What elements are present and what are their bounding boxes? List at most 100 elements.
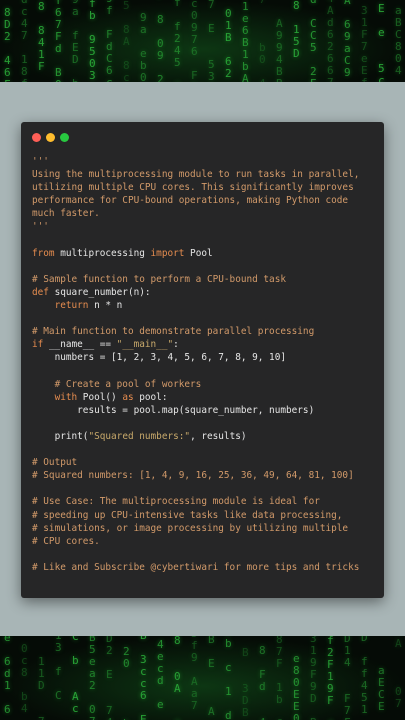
matrix-glyph-column: E e 5 c b <box>378 2 385 83</box>
code-line: ''' <box>32 220 380 233</box>
matrix-glyph-column: 4 e c d e f <box>157 638 164 711</box>
code-token: __name__ == <box>43 339 117 351</box>
code-token: # Output <box>32 457 78 469</box>
code-block: ''' Using the multiprocessing module to r… <box>32 155 380 574</box>
code-token: # Use Case: The multiprocessing module i… <box>32 496 320 508</box>
code-line: ''' <box>32 155 380 168</box>
code-token: Pool() <box>77 391 123 403</box>
code-token: pool: <box>133 391 168 403</box>
code-token: import <box>150 247 185 259</box>
code-token: # simulations, or image processing by ut… <box>32 522 349 534</box>
matrix-glyph-column: f f 2 4 5 7 <box>174 0 181 82</box>
code-line: # Create a pool of workers <box>32 378 380 391</box>
matrix-glyph-column: A A 0 7 <box>395 636 402 710</box>
matrix-glyph-column: B 3 1 9 F 9 D B <box>310 636 317 720</box>
matrix-glyph-column: 7 b 0 4 0 <box>259 0 266 82</box>
matrix-glyph-column: A e 8 0 E E 0 <box>293 652 300 720</box>
matrix-glyph-column: b B 3 c c 6 E <box>140 636 147 720</box>
code-line: numbers = [1, 2, 3, 4, 5, 6, 7, 8, 9, 10… <box>32 351 380 364</box>
matrix-glyph-column: F 8 0 9 2 2 <box>157 0 164 82</box>
code-token: ''' <box>32 221 49 233</box>
matrix-glyph-column: 9 1 1 D 7 <box>38 655 45 720</box>
code-token: return <box>54 300 89 312</box>
matrix-glyph-column: 1 3 f C <box>55 636 62 702</box>
matrix-glyph-column: B E A B <box>208 636 215 718</box>
code-token: results = pool.map(square_number, number… <box>32 404 315 416</box>
close-dot-icon[interactable] <box>32 133 41 142</box>
code-line: # simulations, or image processing by ut… <box>32 522 380 535</box>
code-token: performance for CPU-bound operations, ma… <box>32 195 349 207</box>
matrix-glyph-column: 3 1 F 7 e E f 8 <box>361 4 368 83</box>
matrix-glyph-column: d C C 5 2 E <box>310 0 317 82</box>
matrix-glyph-column: C b A c B <box>72 636 79 715</box>
code-token: # Main function to demonstrate parallel … <box>32 326 315 338</box>
code-token: : <box>173 339 179 351</box>
code-window: ''' Using the multiprocessing module to r… <box>21 122 384 598</box>
code-token: numbers = [1, 2, 3, 4, 5, 6, 7, 8, 9, 10… <box>32 352 286 364</box>
code-token: square_number(n): <box>48 286 151 298</box>
code-line: # Squared numbers: [1, 4, 9, 16, 25, 36,… <box>32 469 380 482</box>
code-token: # Sample function to perform a CPU-bound… <box>32 273 286 285</box>
code-token: , results) <box>190 430 247 442</box>
matrix-background-bottom: e 6 d 1 6 6 0 c 8 b 4 9 1 1 D 7 1 3 f C … <box>0 636 405 720</box>
code-line: # speeding up CPU-intensive tasks like d… <box>32 509 380 522</box>
code-token: # Create a pool of workers <box>32 378 202 390</box>
matrix-glyph-column: 5 f 9 A a 7 1 <box>191 636 198 712</box>
matrix-glyph-column: 9 a e b 0 <box>140 11 147 83</box>
code-token: with <box>54 391 78 403</box>
code-token: Using the multiprocessing module to run … <box>32 169 360 181</box>
maximize-dot-icon[interactable] <box>60 133 69 142</box>
matrix-glyph-column: 8 8 D 2 4 6 F <box>4 6 11 83</box>
code-line: much faster. <box>32 207 380 220</box>
code-line: return n * n <box>32 299 380 312</box>
code-line: def square_number(n): <box>32 286 380 299</box>
matrix-glyph-column: C f 6 7 F d B 0 <box>55 0 62 82</box>
code-token: # Squared numbers: [1, 4, 9, 16, 25, 36,… <box>32 470 354 482</box>
code-line: with Pool() as pool: <box>32 391 380 404</box>
matrix-glyph-column: D f f 4 5 1 4 <box>361 636 368 716</box>
code-line: from multiprocessing import Pool <box>32 247 380 260</box>
code-line: results = pool.map(square_number, number… <box>32 404 380 417</box>
code-token: print( <box>32 430 89 442</box>
code-token: "Squared numbers:" <box>88 430 191 442</box>
code-token: much faster. <box>32 208 100 220</box>
code-line: # Output <box>32 456 380 469</box>
code-token: ''' <box>32 156 49 167</box>
code-line: # CPU cores. <box>32 535 380 548</box>
matrix-glyph-column: f b 9 5 0 3 a 2 <box>89 0 96 82</box>
matrix-glyph-column: 7 9 f F d C 6 c <box>106 0 113 82</box>
matrix-glyph-column: d c 4 7 1 8 f D <box>21 0 28 82</box>
code-line: Using the multiprocessing module to run … <box>32 168 380 181</box>
matrix-glyph-column: 8 0 A 7 C <box>174 636 181 720</box>
code-token: n * n <box>88 300 123 312</box>
matrix-glyph-column: A 9 9 4 B B 9 <box>276 17 283 83</box>
code-line: performance for CPU-bound operations, ma… <box>32 194 380 207</box>
code-line: if __name__ == "__main__": <box>32 338 380 351</box>
matrix-glyph-column: d 0 1 B 6 2 <box>225 7 232 80</box>
code-line: # Like and Subscribe @cybertiwari for mo… <box>32 561 380 574</box>
code-token: from <box>32 247 55 259</box>
code-line: print("Squared numbers:", results) <box>32 430 380 443</box>
code-line: # Sample function to perform a CPU-bound… <box>32 273 380 286</box>
code-token: as <box>122 391 134 403</box>
window-controls <box>32 133 69 142</box>
matrix-glyph-column: a E C E <box>378 664 385 713</box>
matrix-glyph-column: 8 1 5 D e <box>293 0 300 60</box>
matrix-glyph-column: b D 2 E 7 4 <box>106 636 113 720</box>
matrix-glyph-column: 4 1 e 6 B 1 b A C <box>242 0 249 82</box>
code-token: utilizing multiple CPU cores. This signi… <box>32 182 354 194</box>
code-token: # CPU cores. <box>32 535 100 547</box>
matrix-glyph-column: A 6 9 a C 9 9 <box>344 0 351 79</box>
minimize-dot-icon[interactable] <box>46 133 55 142</box>
code-token: "__main__" <box>116 339 174 351</box>
code-line: # Use Case: The multiprocessing module i… <box>32 495 380 508</box>
code-token: # Like and Subscribe @cybertiwari for mo… <box>32 561 360 573</box>
matrix-glyph-column: c 0 9 7 6 F B <box>191 0 198 82</box>
